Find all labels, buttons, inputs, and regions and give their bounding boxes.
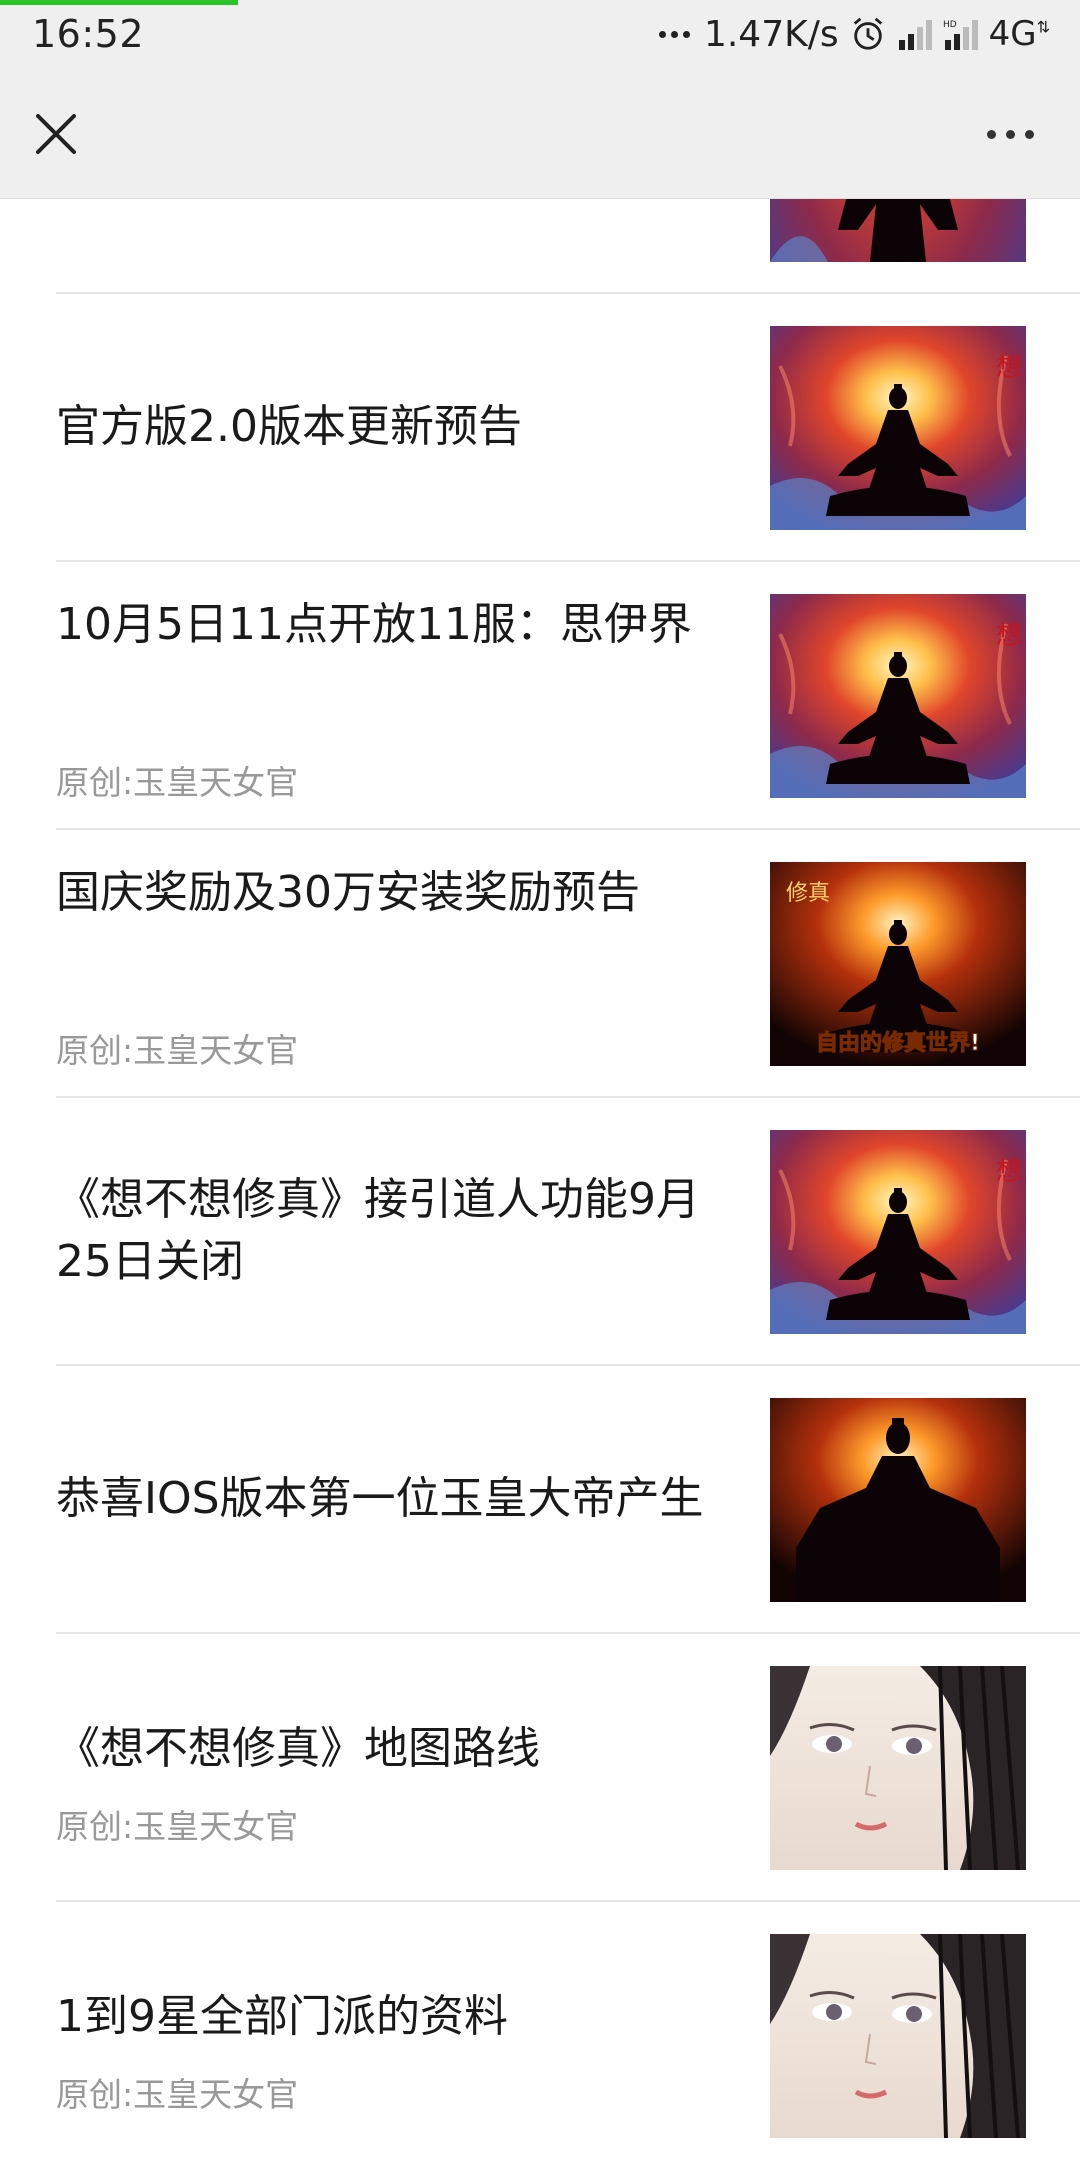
page-load-progress bbox=[0, 0, 238, 5]
list-item[interactable]: 官方版2.0版本更新预告 bbox=[56, 294, 1080, 562]
article-title: 10月5日11点开放11服：思伊界 bbox=[56, 599, 692, 650]
list-item[interactable]: 国庆奖励及30万安装奖励预告 原创:玉皇天女官 自由的修真世界! bbox=[56, 830, 1080, 1098]
article-thumbnail: 自由的修真世界! bbox=[770, 862, 1026, 1066]
article-source: 原创:玉皇天女官 bbox=[56, 1031, 299, 1070]
article-list: 官方版2.0版本更新预告 10月5日11点开放11服：思伊界 原创:玉皇天女官 … bbox=[0, 198, 1080, 2160]
article-title: 恭喜IOS版本第一位玉皇大帝产生 bbox=[56, 1473, 704, 1524]
alarm-icon bbox=[853, 17, 882, 50]
network-type-label: 4G bbox=[988, 14, 1037, 54]
list-item-partial[interactable] bbox=[56, 198, 1080, 294]
more-notifications-icon bbox=[658, 30, 690, 38]
list-item[interactable]: 恭喜IOS版本第一位玉皇大帝产生 bbox=[56, 1366, 1080, 1634]
svg-text:HD: HD bbox=[943, 20, 957, 30]
article-thumbnail bbox=[770, 326, 1026, 530]
net-speed: 1.47K/s bbox=[703, 13, 839, 55]
thumbnail-caption: 自由的修真世界! bbox=[816, 1030, 980, 1056]
article-thumbnail bbox=[770, 1398, 1026, 1602]
network-type: 4G⇅ bbox=[988, 14, 1050, 54]
article-title: 《想不想修真》接引道人功能9月25日关闭 bbox=[56, 1174, 700, 1287]
more-button[interactable] bbox=[980, 116, 1040, 152]
article-thumbnail bbox=[770, 594, 1026, 798]
article-thumbnail bbox=[770, 1666, 1026, 1870]
list-item[interactable]: 《想不想修真》接引道人功能9月25日关闭 bbox=[56, 1098, 1080, 1366]
article-source: 原创:玉皇天女官 bbox=[56, 2075, 299, 2114]
article-source: 原创:玉皇天女官 bbox=[56, 1807, 299, 1846]
close-icon bbox=[36, 114, 76, 154]
article-title: 1到9星全部门派的资料 bbox=[56, 1991, 508, 2042]
article-title: 官方版2.0版本更新预告 bbox=[56, 401, 522, 452]
top-bar: 16:52 1.47K/s HD 4G⇅ bbox=[0, 0, 1080, 198]
article-source: 原创:玉皇天女官 bbox=[56, 763, 299, 802]
more-dot bbox=[1024, 129, 1034, 139]
close-button[interactable] bbox=[28, 106, 84, 162]
signal-hd-icon: HD bbox=[943, 20, 978, 50]
list-item[interactable]: 1到9星全部门派的资料 原创:玉皇天女官 bbox=[56, 1902, 1080, 2160]
article-title: 《想不想修真》地图路线 bbox=[56, 1723, 540, 1774]
article-list-page: 16:52 1.47K/s HD 4G⇅ 官方版2.0版本更新预告 10月5日1… bbox=[0, 0, 1080, 2160]
article-thumbnail bbox=[770, 1130, 1026, 1334]
signal-icon bbox=[898, 20, 932, 50]
article-title: 国庆奖励及30万安装奖励预告 bbox=[56, 867, 640, 918]
more-dots-icon bbox=[986, 129, 996, 139]
article-thumbnail bbox=[770, 1934, 1026, 2138]
article-thumbnail bbox=[770, 198, 1026, 262]
status-indicators: 1.47K/s HD 4G⇅ bbox=[658, 12, 1050, 56]
status-time: 16:52 bbox=[32, 12, 145, 56]
list-item[interactable]: 10月5日11点开放11服：思伊界 原创:玉皇天女官 bbox=[56, 562, 1080, 830]
more-dot bbox=[1005, 129, 1015, 139]
list-item[interactable]: 《想不想修真》地图路线 原创:玉皇天女官 bbox=[56, 1634, 1080, 1902]
